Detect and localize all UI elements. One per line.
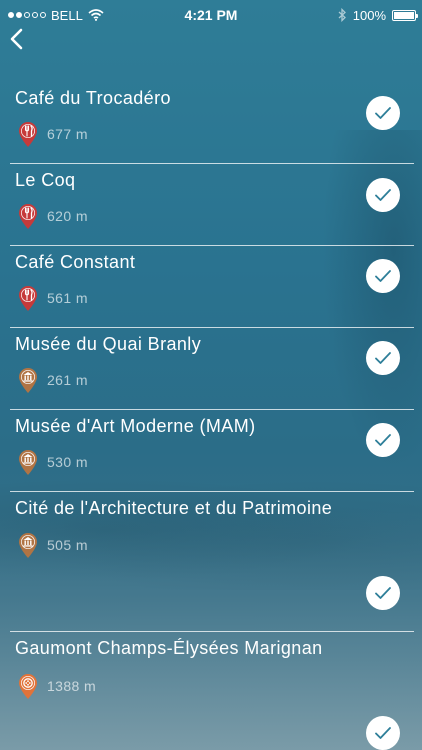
place-meta: 530 m [17,448,88,476]
divider [10,245,414,246]
distance: 1388 m [47,678,97,694]
check-button[interactable] [366,576,400,610]
divider [10,163,414,164]
battery-level [394,11,414,19]
check-button[interactable] [366,341,400,375]
bluetooth-icon [338,8,346,22]
distance: 677 m [47,126,88,142]
background-trees [0,470,422,590]
check-button[interactable] [366,259,400,293]
distance: 561 m [47,290,88,306]
divider [10,409,414,410]
distance: 530 m [47,454,88,470]
checkmark-icon [375,727,391,739]
place-meta: 677 m [17,120,88,148]
check-button[interactable] [366,423,400,457]
fork-knife-pin-icon [19,286,37,311]
checkmark-icon [375,270,391,282]
museum-pin-icon [19,533,37,558]
back-button[interactable] [4,26,30,52]
divider [10,327,414,328]
check-button[interactable] [366,96,400,130]
checkmark-icon [375,189,391,201]
check-button[interactable] [366,716,400,750]
place-name: Cité de l'Architecture et du Patrimoine [15,498,333,518]
place-meta: 620 m [17,202,88,230]
museum-pin-icon [19,368,37,393]
distance: 505 m [47,537,88,553]
status-right: 100% [338,7,418,23]
checkmark-icon [375,107,391,119]
fork-knife-pin-icon [19,122,37,147]
place-meta: 505 m [17,531,88,559]
place-meta: 1388 m [17,672,96,700]
place-name: Café du Trocadéro [15,88,171,108]
place-name: Café Constant [15,252,136,272]
check-button[interactable] [366,178,400,212]
checkmark-icon [375,587,391,599]
distance: 620 m [47,208,88,224]
museum-pin-icon [19,450,37,475]
status-bar: BELL 4:21 PM 100% [0,0,422,30]
place-name: Gaumont Champs-Élysées Marignan [15,638,323,658]
divider [10,491,414,492]
battery-icon [392,9,418,21]
place-name: Le Coq [15,170,76,190]
checkmark-icon [375,352,391,364]
checkmark-icon [375,434,391,446]
place-name: Musée du Quai Branly [15,334,202,354]
fork-knife-pin-icon [19,204,37,229]
distance: 261 m [47,372,88,388]
chevron-left-icon [10,28,23,50]
film-pin-icon [19,674,37,699]
divider [10,631,414,632]
place-name: Musée d'Art Moderne (MAM) [15,416,256,436]
battery-percent: 100% [352,7,386,23]
place-meta: 561 m [17,284,88,312]
place-meta: 261 m [17,366,88,394]
